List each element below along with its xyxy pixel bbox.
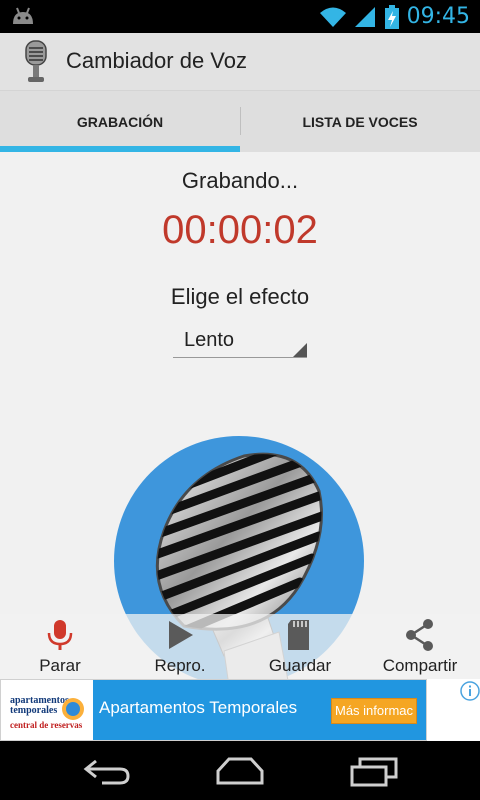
tab-label: LISTA DE VOCES: [302, 113, 418, 130]
recording-panel: Grabando... 00:00:02 Elige el efecto Len…: [0, 152, 480, 679]
save-button[interactable]: Guardar: [240, 614, 360, 679]
share-label: Compartir: [382, 656, 458, 675]
ad-logo-line1: apartamentos temporales: [10, 695, 69, 716]
microphone-app-icon[interactable]: [20, 39, 52, 85]
play-label: Repro.: [154, 656, 206, 675]
back-icon[interactable]: [82, 755, 132, 787]
play-button[interactable]: Repro.: [120, 614, 240, 679]
save-label: Guardar: [268, 656, 332, 675]
dropdown-triangle-icon: [293, 343, 307, 357]
tab-divider: [240, 107, 241, 135]
ad-logo: apartamentos temporales central de reser…: [4, 686, 92, 734]
recent-apps-icon[interactable]: [350, 755, 400, 787]
clock: 09:45: [406, 4, 470, 29]
android-icon: [13, 7, 33, 24]
battery-charging-icon: [384, 4, 399, 29]
ad-more-info-button[interactable]: Más informac: [331, 698, 417, 724]
ad-title: Apartamentos Temporales: [99, 698, 298, 717]
tab-grabacion[interactable]: GRABACIÓN: [0, 91, 240, 152]
signal-icon: [354, 6, 375, 27]
recording-status: Grabando...: [181, 168, 299, 193]
stop-label: Parar: [39, 656, 81, 675]
stop-button[interactable]: Parar: [0, 614, 120, 679]
info-icon[interactable]: [460, 681, 480, 701]
share-icon: [406, 619, 433, 651]
microphone-icon: [47, 620, 73, 650]
status-bar: 09:45: [0, 0, 480, 33]
ad-logo-line2: central de reservas: [10, 720, 83, 730]
navigation-bar: [0, 741, 480, 800]
wifi-icon: [319, 7, 346, 27]
recording-timer: 00:00:02: [162, 208, 318, 252]
app-title: Cambiador de Voz: [66, 48, 247, 73]
globe-icon: [62, 698, 84, 720]
action-bar: Cambiador de Voz: [0, 33, 480, 91]
share-button[interactable]: Compartir: [360, 614, 480, 679]
tab-lista-de-voces[interactable]: LISTA DE VOCES: [240, 91, 480, 152]
play-icon: [169, 621, 193, 649]
effect-label: Elige el efecto: [170, 284, 310, 309]
sd-card-icon: [288, 620, 309, 650]
recording-actions: Parar Repro. Guardar Compartir: [0, 614, 480, 679]
effect-selected: Lento: [184, 329, 235, 351]
tab-label: GRABACIÓN: [76, 113, 164, 130]
effect-spinner[interactable]: Lento: [173, 326, 307, 358]
ad-banner[interactable]: apartamentos temporales central de reser…: [0, 679, 480, 741]
home-icon[interactable]: [215, 755, 265, 787]
